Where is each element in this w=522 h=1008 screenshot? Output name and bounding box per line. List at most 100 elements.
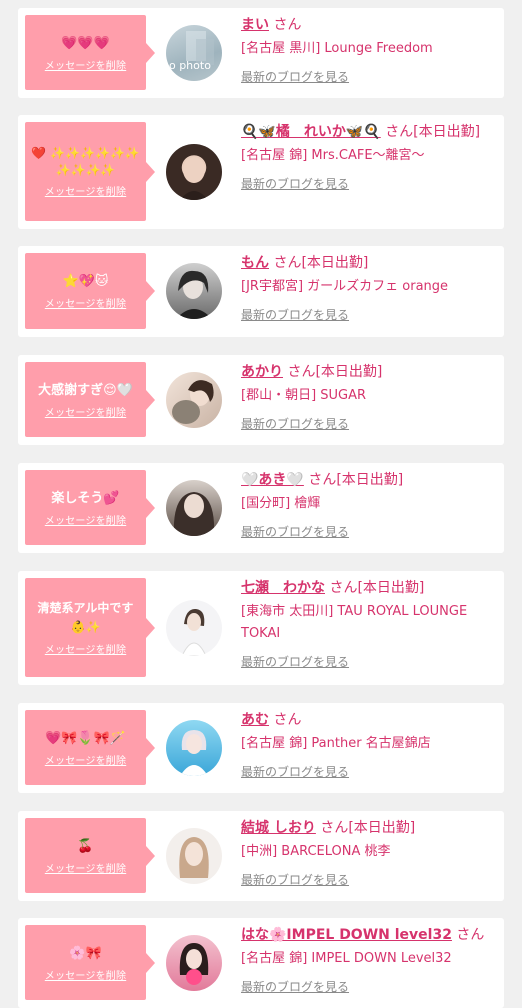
list-item: 楽しそう💕 メッセージを削除 🤍あき🤍 さん[本日出勤] [国分町] 檜輝 最新… <box>18 463 504 553</box>
list-item: ❤️ ✨✨✨✨✨✨ ✨✨✨✨ メッセージを削除 🍳🦋橘 れいか🦋🍳 さん[本日出… <box>18 115 504 229</box>
name-suffix: さん[本日出勤] <box>385 124 481 140</box>
name-line: 結城 しおり さん[本日出勤] <box>241 817 499 839</box>
list-item: 🍒 メッセージを削除 結城 しおり さん[本日出勤] [中洲] BARCELON… <box>18 811 504 901</box>
name-line: 七瀬 わかな さん[本日出勤] <box>241 577 499 599</box>
delete-message-link[interactable]: メッセージを削除 <box>45 752 126 767</box>
name-line: まい さん <box>241 14 499 36</box>
delete-message-link[interactable]: メッセージを削除 <box>45 57 126 72</box>
message-text: 大感謝すぎ😌🤍 <box>38 382 133 398</box>
list-item: 清楚系アル中です 👶✨ メッセージを削除 七瀬 わかな さん[本日出勤] [東海… <box>18 571 504 685</box>
delete-message-link[interactable]: メッセージを削除 <box>45 183 126 198</box>
list-item: 💗💗💗 メッセージを削除 no photo まい さん [名古屋 黒川] Lou… <box>18 8 504 98</box>
name-suffix: さん[本日出勤] <box>273 255 369 271</box>
delete-message-link[interactable]: メッセージを削除 <box>45 295 126 310</box>
latest-blog-link[interactable]: 最新のブログを見る <box>241 305 349 325</box>
avatar[interactable]: no photo <box>166 25 222 81</box>
shop-name: [中洲] BARCELONA 桃李 <box>241 844 391 859</box>
name-suffix: さん <box>273 712 302 728</box>
entry-info: 🍳🦋橘 れいか🦋🍳 さん[本日出勤] [名古屋 錦] Mrs.CAFE〜離宮〜 … <box>241 121 499 194</box>
avatar-image <box>179 943 209 985</box>
entry-info: あかり さん[本日出勤] [郡山・朝日] SUGAR 最新のブログを見る <box>241 361 499 434</box>
delete-message-link[interactable]: メッセージを削除 <box>45 860 126 875</box>
avatar[interactable] <box>166 480 222 536</box>
avatar-image <box>173 492 215 536</box>
message-text: 🍒 <box>77 838 94 854</box>
shop-name: [JR宇都宮] ガールズカフェ orange <box>241 279 449 294</box>
avatar[interactable] <box>166 372 222 428</box>
name-line: もん さん[本日出勤] <box>241 252 499 274</box>
cast-name-link[interactable]: もん <box>241 255 269 271</box>
avatar[interactable] <box>166 720 222 776</box>
name-line: 🤍あき🤍 さん[本日出勤] <box>241 469 499 491</box>
entry-info: 🤍あき🤍 さん[本日出勤] [国分町] 檜輝 最新のブログを見る <box>241 469 499 542</box>
avatar-placeholder-text: no photo <box>166 59 211 72</box>
message-bubble: 🌸🎀 メッセージを削除 <box>25 925 155 1000</box>
avatar-image <box>176 270 212 319</box>
latest-blog-link[interactable]: 最新のブログを見る <box>241 977 349 997</box>
message-text: ⭐💖🐱 <box>62 274 109 289</box>
avatar-image <box>172 380 214 424</box>
avatar-image <box>181 608 207 656</box>
avatar[interactable] <box>166 828 222 884</box>
cast-name-link[interactable]: 七瀬 わかな <box>241 580 325 596</box>
cast-name-link[interactable]: 🍳🦋橘 れいか🦋🍳 <box>241 124 381 140</box>
message-text: 清楚系アル中です 👶✨ <box>37 601 134 634</box>
latest-blog-link[interactable]: 最新のブログを見る <box>241 174 349 194</box>
avatar-image: no photo <box>166 31 214 72</box>
shop-name: [名古屋 黒川] Lounge Freedom <box>241 41 433 56</box>
cast-name-link[interactable]: あかり <box>241 364 283 380</box>
name-line: はな🌸IMPEL DOWN level32 さん <box>241 924 499 946</box>
avatar[interactable] <box>166 935 222 991</box>
shop-name: [郡山・朝日] SUGAR <box>241 388 367 403</box>
entry-info: もん さん[本日出勤] [JR宇都宮] ガールズカフェ orange 最新のブロ… <box>241 252 499 325</box>
cast-name-link[interactable]: あむ <box>241 712 269 728</box>
list-item: 大感謝すぎ😌🤍 メッセージを削除 あかり さん[本日出勤] [郡山・朝日] SU… <box>18 355 504 445</box>
message-bubble: 大感謝すぎ😌🤍 メッセージを削除 <box>25 362 155 437</box>
message-text: 💗🎀🌷🎀🪄 <box>45 730 126 746</box>
delete-message-link[interactable]: メッセージを削除 <box>45 512 126 527</box>
latest-blog-link[interactable]: 最新のブログを見る <box>241 522 349 542</box>
latest-blog-link[interactable]: 最新のブログを見る <box>241 652 349 672</box>
name-line: 🍳🦋橘 れいか🦋🍳 さん[本日出勤] <box>241 121 499 143</box>
message-bubble: ⭐💖🐱 メッセージを削除 <box>25 253 155 329</box>
entry-info: あむ さん [名古屋 錦] Panther 名古屋錦店 最新のブログを見る <box>241 709 499 782</box>
delete-message-link[interactable]: メッセージを削除 <box>45 404 126 419</box>
list-item: ⭐💖🐱 メッセージを削除 もん さん[本日出勤] [JR宇都宮] ガールズカフェ… <box>18 246 504 337</box>
name-suffix: さん[本日出勤] <box>320 820 416 836</box>
message-bubble: ❤️ ✨✨✨✨✨✨ ✨✨✨✨ メッセージを削除 <box>25 122 155 221</box>
list-item: 💗🎀🌷🎀🪄 メッセージを削除 あむ さん [名古屋 錦] Panther 名古屋… <box>18 703 504 793</box>
shop-name: [名古屋 錦] IMPEL DOWN Level32 <box>241 951 452 966</box>
delete-message-link[interactable]: メッセージを削除 <box>45 641 126 656</box>
latest-blog-link[interactable]: 最新のブログを見る <box>241 67 349 87</box>
message-bubble: 💗🎀🌷🎀🪄 メッセージを削除 <box>25 710 155 785</box>
avatar[interactable] <box>166 600 222 656</box>
name-suffix: さん <box>456 927 485 943</box>
name-suffix: さん[本日出勤] <box>329 580 425 596</box>
shop-name: [東海市 太田川] TAU ROYAL LOUNGE TOKAI <box>241 604 468 641</box>
message-text: 🌸🎀 <box>69 945 102 961</box>
shop-name: [国分町] 檜輝 <box>241 496 321 511</box>
avatar[interactable] <box>166 263 222 319</box>
cast-name-link[interactable]: 結城 しおり <box>241 820 316 836</box>
delete-message-link[interactable]: メッセージを削除 <box>45 967 126 982</box>
avatar[interactable] <box>166 144 222 200</box>
cast-name-link[interactable]: まい <box>241 17 269 33</box>
message-bubble: 💗💗💗 メッセージを削除 <box>25 15 155 90</box>
message-bubble: 楽しそう💕 メッセージを削除 <box>25 470 155 545</box>
shop-name: [名古屋 錦] Panther 名古屋錦店 <box>241 736 431 751</box>
latest-blog-link[interactable]: 最新のブログを見る <box>241 762 349 782</box>
entry-info: 七瀬 わかな さん[本日出勤] [東海市 太田川] TAU ROYAL LOUN… <box>241 577 499 672</box>
avatar-image <box>180 730 208 776</box>
cast-name-link[interactable]: 🤍あき🤍 <box>241 472 304 488</box>
message-bubble: 🍒 メッセージを削除 <box>25 818 155 893</box>
message-text: 💗💗💗 <box>61 35 110 51</box>
message-bubble: 清楚系アル中です 👶✨ メッセージを削除 <box>25 578 155 677</box>
latest-blog-link[interactable]: 最新のブログを見る <box>241 414 349 434</box>
latest-blog-link[interactable]: 最新のブログを見る <box>241 870 349 890</box>
list-item: 🌸🎀 メッセージを削除 はな🌸IMPEL DOWN level32 さん [名古… <box>18 918 504 1008</box>
entry-info: まい さん [名古屋 黒川] Lounge Freedom 最新のブログを見る <box>241 14 499 87</box>
name-suffix: さん <box>273 17 302 33</box>
name-line: あかり さん[本日出勤] <box>241 361 499 383</box>
cast-name-link[interactable]: はな🌸IMPEL DOWN level32 <box>241 927 452 943</box>
avatar-image <box>179 837 209 878</box>
